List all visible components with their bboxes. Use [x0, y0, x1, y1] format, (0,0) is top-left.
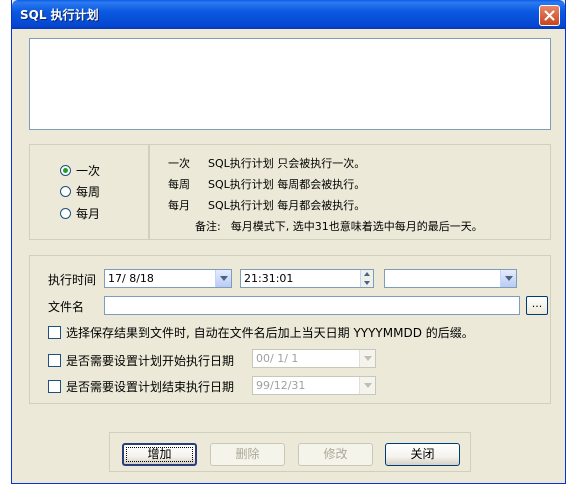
desc-key: 每月 [168, 199, 190, 212]
frequency-group: 一次 每周 每月 [29, 144, 149, 240]
time-spinner[interactable] [360, 270, 373, 287]
append-date-option[interactable]: 选择保存结果到文件时, 自动在文件名后加上当天日期 YYYYMMDD 的后缀。 [48, 324, 474, 341]
close-button[interactable]: 关闭 [385, 443, 460, 466]
add-button[interactable]: 增加 [122, 443, 197, 466]
chevron-down-icon [504, 276, 513, 281]
desc-note: 备注: 每月模式下, 选中31也意味着选中每月的最后一天。 [195, 218, 483, 234]
start-date-value: 00/ 1/ 1 [256, 352, 299, 365]
append-date-label: 选择保存结果到文件时, 自动在文件名后加上当天日期 YYYYMMDD 的后缀。 [66, 326, 474, 340]
radio-once[interactable]: 一次 [60, 162, 100, 179]
chevron-down-icon [219, 276, 228, 281]
start-date-checkbox[interactable] [48, 354, 61, 367]
start-date-picker[interactable]: 00/ 1/ 1 [252, 349, 376, 368]
button-bar: 增加 删除 修改 关闭 [109, 432, 471, 472]
radio-button[interactable] [60, 208, 71, 219]
chevron-down-icon [363, 356, 372, 361]
close-window-button[interactable] [539, 5, 560, 26]
desc-text: SQL执行计划 每周都会被执行。 [208, 178, 366, 191]
desc-key: 每周 [168, 178, 190, 191]
desc-text: SQL执行计划 只会被执行一次。 [208, 157, 366, 170]
exec-date-value: 17/ 8/18 [108, 272, 154, 285]
note-label: 备注: [195, 220, 221, 233]
spin-up-icon[interactable] [364, 272, 370, 277]
schedule-options-group: 执行时间 17/ 8/18 21:31:01 文件名 ... 选择保存结果到文件… [29, 255, 551, 404]
radio-label: 每月 [76, 207, 101, 221]
radio-label: 一次 [76, 164, 101, 178]
description-group: 一次 SQL执行计划 只会被执行一次。 每周 SQL执行计划 每周都会被执行。 每月… [149, 144, 551, 240]
title-bar[interactable]: SQL 执行计划 [12, 0, 565, 29]
append-date-checkbox[interactable] [48, 326, 61, 339]
spin-down-icon[interactable] [364, 280, 370, 285]
radio-monthly[interactable]: 每月 [60, 205, 100, 222]
radio-button[interactable] [60, 165, 71, 176]
note-text: 每月模式下, 选中31也意味着选中每月的最后一天。 [230, 220, 483, 233]
desc-text: SQL执行计划 每月都会被执行。 [208, 199, 366, 212]
sql-schedule-dialog: SQL 执行计划 一次 每周 每月 一次 SQL执行计划 只会被执行一次。 每周 S… [11, 0, 566, 484]
start-date-option[interactable]: 是否需要设置计划开始执行日期 [48, 352, 234, 369]
radio-button[interactable] [60, 186, 71, 197]
exec-date-picker[interactable]: 17/ 8/18 [104, 269, 232, 288]
desc-once: 一次 SQL执行计划 只会被执行一次。 [168, 155, 365, 171]
close-icon [544, 10, 555, 21]
filename-label: 文件名 [48, 300, 85, 314]
window-title: SQL 执行计划 [20, 8, 99, 22]
desc-monthly: 每月 SQL执行计划 每月都会被执行。 [168, 197, 365, 213]
start-date-dropdown[interactable] [359, 350, 375, 367]
end-date-label: 是否需要设置计划结束执行日期 [66, 380, 235, 394]
end-date-checkbox[interactable] [48, 380, 61, 393]
extra-dropdown[interactable] [384, 269, 517, 288]
desc-weekly: 每周 SQL执行计划 每周都会被执行。 [168, 176, 365, 192]
date-dropdown[interactable] [215, 270, 231, 287]
start-date-label: 是否需要设置计划开始执行日期 [66, 354, 235, 368]
radio-label: 每周 [76, 185, 101, 199]
delete-button[interactable]: 删除 [210, 443, 285, 466]
end-date-picker[interactable]: 99/12/31 [252, 376, 376, 395]
end-date-dropdown[interactable] [359, 377, 375, 394]
filename-input[interactable] [104, 296, 520, 315]
browse-button[interactable]: ... [526, 296, 548, 315]
desc-key: 一次 [168, 157, 190, 170]
radio-weekly[interactable]: 每周 [60, 183, 100, 200]
exec-time-picker[interactable]: 21:31:01 [240, 269, 374, 288]
exec-time-value: 21:31:01 [244, 272, 294, 285]
chevron-down-icon [363, 383, 372, 388]
extra-dropdown-button[interactable] [500, 270, 516, 287]
plan-list-area[interactable] [29, 38, 551, 130]
exec-time-label: 执行时间 [48, 273, 97, 287]
end-date-value: 99/12/31 [256, 379, 306, 392]
end-date-option[interactable]: 是否需要设置计划结束执行日期 [48, 378, 234, 395]
modify-button[interactable]: 修改 [298, 443, 373, 466]
